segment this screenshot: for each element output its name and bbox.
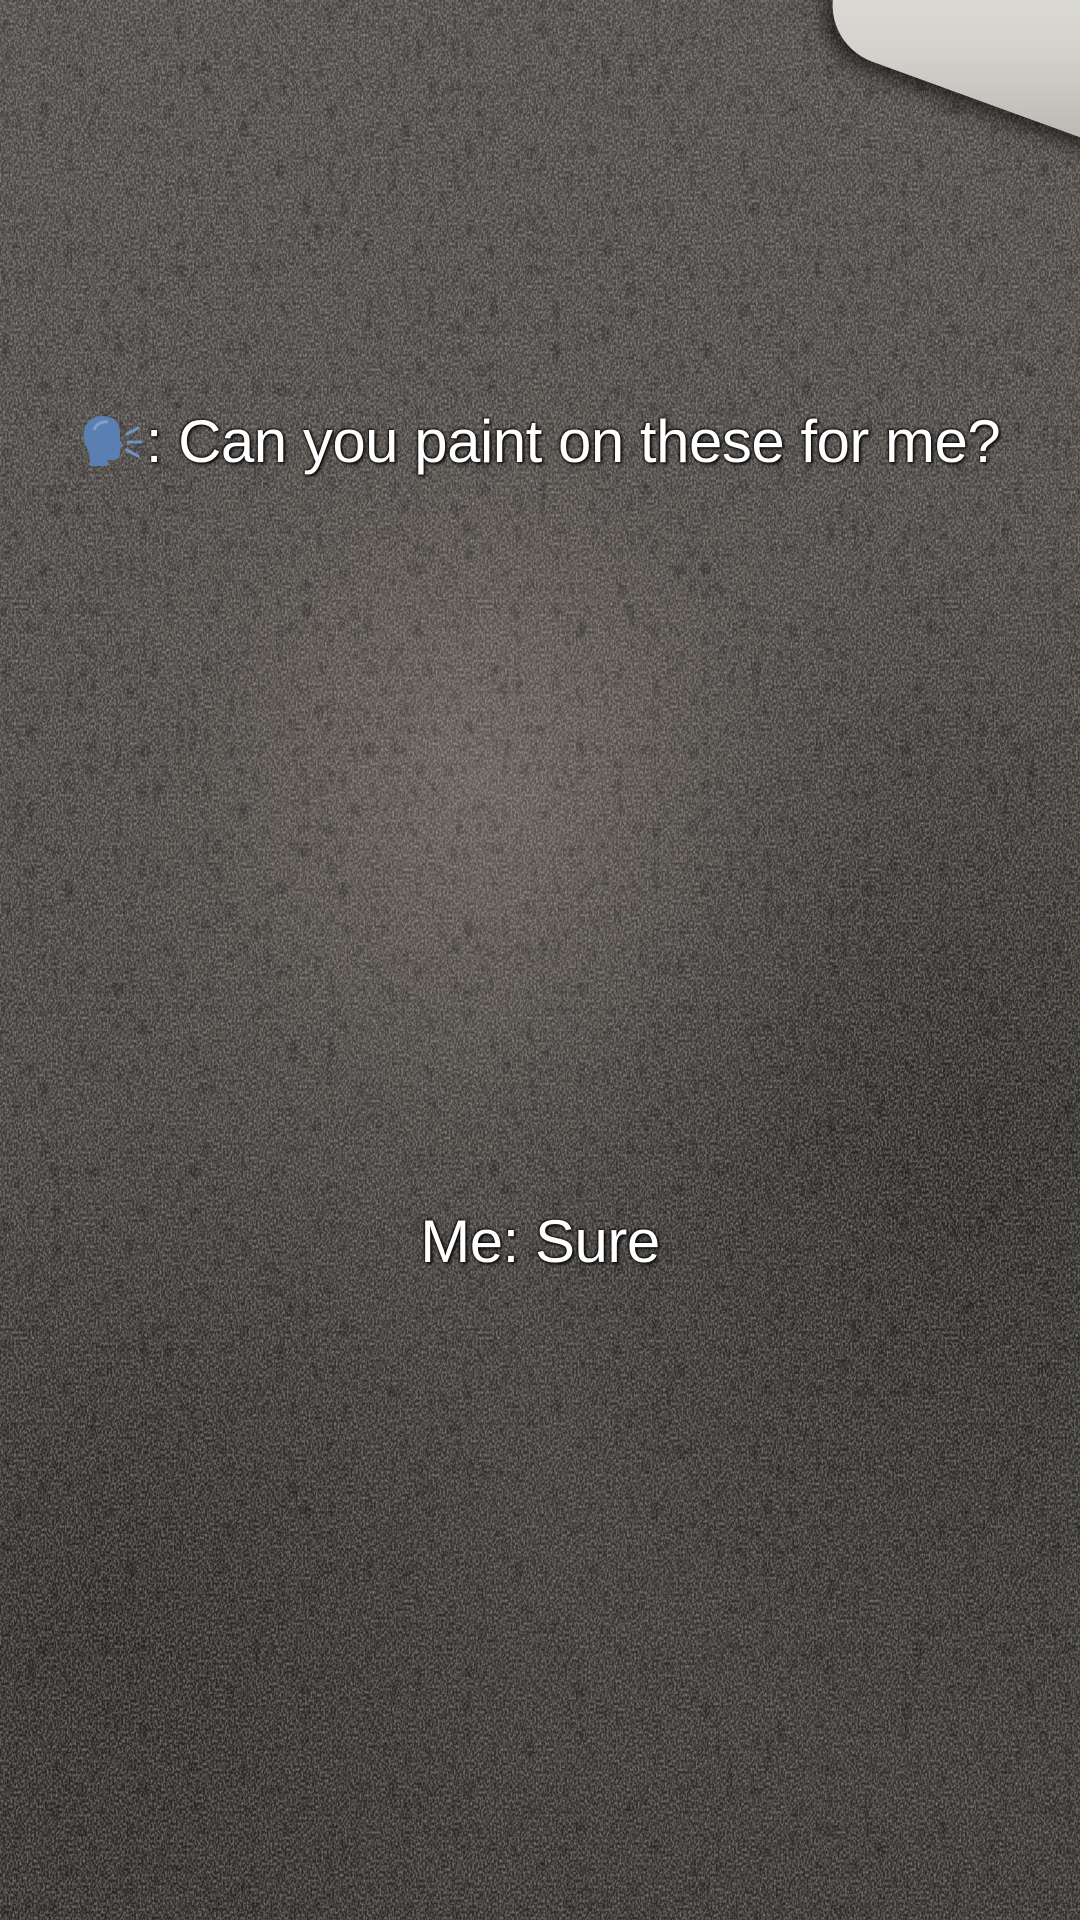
caption-question-text: : Can you paint on these for me? <box>145 408 1001 475</box>
video-frame: : Can you paint on these for me? Me: Sur… <box>0 0 1080 1920</box>
speaking-head-icon <box>80 412 144 472</box>
caption-answer: Me: Sure <box>420 1208 660 1275</box>
caption-question: : Can you paint on these for me? <box>60 404 1020 480</box>
carpet-background <box>0 0 1080 1920</box>
